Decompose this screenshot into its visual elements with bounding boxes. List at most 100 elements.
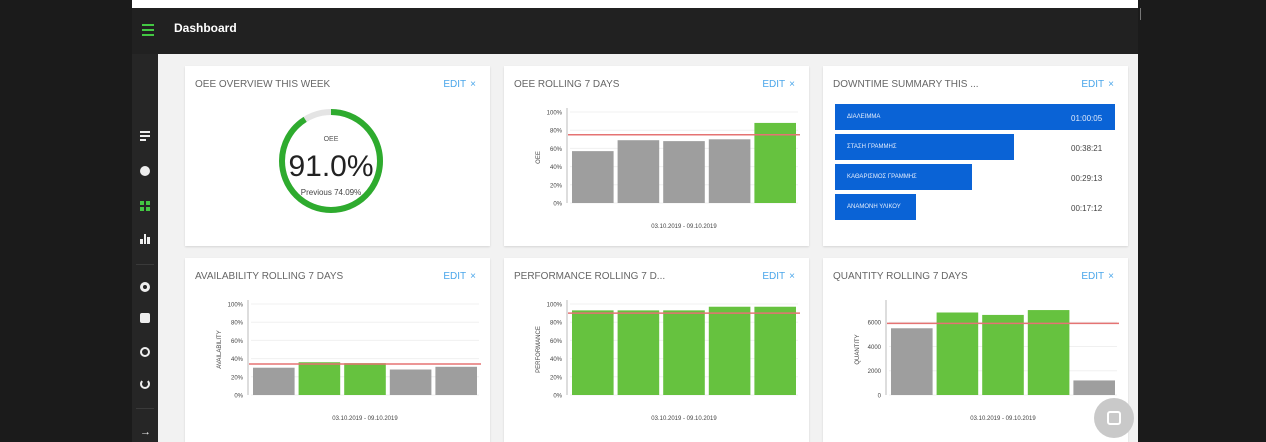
x-axis-label: 03.10.2019 - 09.10.2019 <box>651 224 717 230</box>
y-tick-label: 20% <box>550 375 563 381</box>
sidebar-divider <box>136 408 154 409</box>
logout-arrow-icon[interactable]: → <box>140 427 151 438</box>
downtime-duration: 00:17:12 <box>1071 204 1103 213</box>
chart-bar <box>253 367 295 395</box>
downtime-bar: ΣΤΑΣΗ ΓΡΑΜΜΗΣ <box>835 134 1014 160</box>
oee-value: 91.0% <box>288 150 374 183</box>
dashboard-content: OEE OVERVIEW THIS WEEK EDIT × OEE 91.0% P… <box>158 54 1138 442</box>
downtime-row: ΣΤΑΣΗ ΓΡΑΜΜΗΣ 00:38:21 <box>835 134 1125 160</box>
y-tick-label: 60% <box>231 339 244 345</box>
card-availability: AVAILABILITY ROLLING 7 DAYS EDIT × 100% 80… <box>185 258 490 442</box>
y-tick-label: 6000 <box>868 321 882 327</box>
y-axis-label: QUANTITY <box>855 334 861 364</box>
dashboard-icon[interactable] <box>140 201 150 211</box>
top-app-bar: Dashboard <box>132 8 1138 54</box>
y-tick-label: 4000 <box>868 345 882 351</box>
bar-chart-icon[interactable] <box>140 234 151 244</box>
downtime-row: ΑΝΑΜΟΝΗ ΥΛΙΚΟΥ 00:17:12 <box>835 194 1125 220</box>
x-axis-label: 03.10.2019 - 09.10.2019 <box>332 416 398 422</box>
chart-bar <box>572 151 614 203</box>
y-tick-label: 20% <box>231 375 244 381</box>
y-tick-label: 100% <box>228 303 244 309</box>
record-icon[interactable] <box>140 166 150 176</box>
chart-bar <box>344 363 386 395</box>
page-title: Dashboard <box>174 21 237 35</box>
edit-button[interactable]: EDIT × <box>1081 79 1114 90</box>
card-title: DOWNTIME SUMMARY THIS ... <box>833 79 979 90</box>
chart-bar <box>572 310 614 395</box>
performance-bar-chart: 100% 80% 60% 40% 20% 0% PERFORMANCE 03.10.2019 … <box>536 300 800 422</box>
availability-bar-chart: 100% 80% 60% 40% 20% 0% AVAILABILITY 03.10.2019… <box>217 300 481 422</box>
y-tick-label: 100% <box>547 303 563 309</box>
downtime-row: ΔΙΑΛΕΙΜΜΑ 01:00:05 <box>835 104 1125 130</box>
chart-bar <box>663 141 705 203</box>
chart-bar <box>617 310 660 395</box>
close-icon: × <box>470 79 476 90</box>
previous-value: Previous 74.09% <box>300 188 362 197</box>
chat-icon[interactable] <box>140 313 150 323</box>
close-icon: × <box>1108 79 1114 90</box>
card-downtime: DOWNTIME SUMMARY THIS ... EDIT × ΔΙΑΛΕΙΜΜ… <box>823 66 1128 246</box>
y-tick-label: 60% <box>550 147 563 153</box>
y-tick-label: 0% <box>553 394 562 400</box>
top-strip <box>0 0 1266 8</box>
left-margin <box>0 0 132 442</box>
downtime-row: ΚΑΘΑΡΙΣΜΟΣ ΓΡΑΜΜΗΣ 00:29:13 <box>835 164 1125 190</box>
y-tick-label: 40% <box>550 357 563 363</box>
chart-bar <box>754 306 796 395</box>
y-tick-label: 0% <box>553 202 562 208</box>
downtime-duration: 00:29:13 <box>1071 174 1103 183</box>
card-title: OEE OVERVIEW THIS WEEK <box>195 79 331 90</box>
edit-button[interactable]: EDIT × <box>443 79 476 90</box>
y-tick-label: 80% <box>231 321 244 327</box>
y-axis-label: OEE <box>536 151 542 164</box>
floating-action-button[interactable] <box>1094 398 1134 438</box>
settings-icon[interactable] <box>140 282 150 292</box>
card-oee-rolling: OEE ROLLING 7 DAYS EDIT × 100% 80% 60% 40% 20… <box>504 66 809 246</box>
chart-bar <box>389 369 432 395</box>
card-oee-overview: OEE OVERVIEW THIS WEEK EDIT × OEE 91.0% P… <box>185 66 490 246</box>
y-tick-label: 0 <box>878 394 882 400</box>
y-tick-label: 100% <box>547 111 563 117</box>
chart-bar <box>708 139 751 203</box>
list-icon[interactable] <box>140 131 150 141</box>
help-icon[interactable] <box>140 347 150 357</box>
downtime-bar: ΚΑΘΑΡΙΣΜΟΣ ΓΡΑΜΜΗΣ <box>835 164 972 190</box>
downtime-duration: 00:38:21 <box>1071 144 1103 153</box>
chart-bar <box>435 366 477 395</box>
card-quantity: QUANTITY ROLLING 7 DAYS EDIT × 6000 4000 20… <box>823 258 1128 442</box>
hamburger-menu-icon[interactable] <box>142 24 154 36</box>
x-axis-label: 03.10.2019 - 09.10.2019 <box>970 416 1036 422</box>
y-tick-label: 80% <box>550 321 563 327</box>
chart-bar <box>936 312 979 395</box>
power-icon[interactable] <box>140 379 150 389</box>
oee-bar-chart: 100% 80% 60% 40% 20% 0% OEE 03.10.2019 - 09.10.… <box>536 108 800 230</box>
chart-bar <box>298 362 341 395</box>
oee-gauge: OEE 91.0% Previous 74.09% <box>276 106 386 216</box>
downtime-bar: ΑΝΑΜΟΝΗ ΥΛΙΚΟΥ <box>835 194 916 220</box>
right-margin <box>1138 0 1266 442</box>
quantity-bar-chart: 6000 4000 2000 0 QUANTITY 03.10.2019 - 09.10.… <box>855 300 1119 422</box>
y-tick-label: 0% <box>234 394 243 400</box>
y-tick-label: 2000 <box>868 369 882 375</box>
downtime-duration: 01:00:05 <box>1071 114 1103 123</box>
chart-bar <box>663 310 705 395</box>
y-axis-label: AVAILABILITY <box>217 330 223 368</box>
x-axis-label: 03.10.2019 - 09.10.2019 <box>651 416 717 422</box>
sidebar-divider <box>136 264 154 265</box>
chart-bar <box>1073 380 1115 395</box>
chart-bar <box>982 314 1024 395</box>
y-tick-label: 60% <box>550 339 563 345</box>
expand-icon <box>1107 411 1121 425</box>
chart-bar <box>708 306 751 395</box>
y-tick-label: 20% <box>550 183 563 189</box>
y-tick-label: 40% <box>231 357 244 363</box>
chart-bar <box>891 328 933 395</box>
chart-bar <box>617 140 660 203</box>
gauge-label: OEE <box>323 136 339 143</box>
divider <box>1140 8 1141 20</box>
sidebar: → <box>132 54 158 442</box>
card-performance: PERFORMANCE ROLLING 7 D... EDIT × 100% 80%… <box>504 258 809 442</box>
y-tick-label: 80% <box>550 129 563 135</box>
y-tick-label: 40% <box>550 165 563 171</box>
